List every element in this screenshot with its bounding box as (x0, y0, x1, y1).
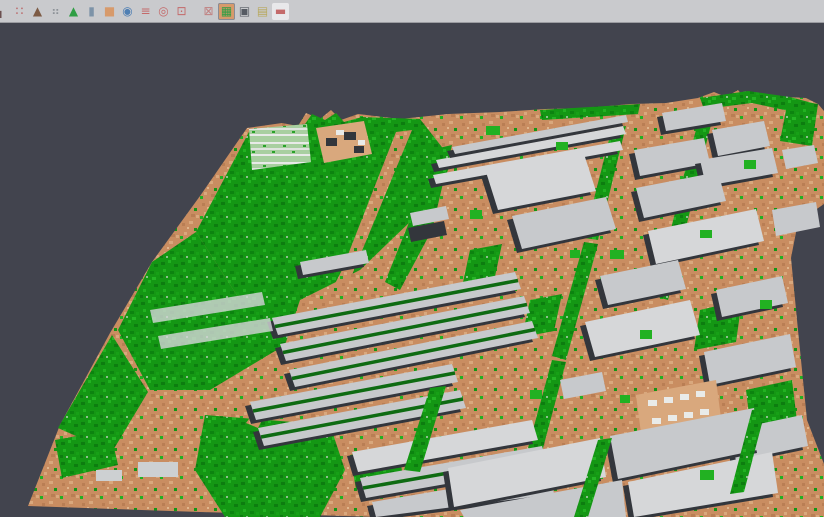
tool-camera-icon[interactable]: ▣ (236, 3, 253, 20)
viewport-3d[interactable] (0, 23, 824, 517)
tool-point-cloud-icon[interactable]: ⠶ (47, 3, 64, 20)
tree-dots (530, 390, 542, 399)
tree-dots (486, 126, 500, 135)
tree-dots (760, 300, 772, 309)
tree-dots (700, 230, 712, 238)
court-houses (668, 415, 677, 421)
tree-dots (640, 330, 652, 339)
court-houses (652, 418, 661, 424)
tree-dots (470, 210, 482, 219)
court-houses (700, 409, 709, 415)
tool-terrain-brown-icon[interactable]: ▲ (29, 3, 46, 20)
houses-dark (326, 138, 337, 146)
tool-panel-icon[interactable]: ▮ (83, 3, 100, 20)
tool-orthophoto-icon[interactable]: ■ (101, 3, 118, 20)
court-houses (680, 394, 689, 400)
toolbar: ▖∷▲⠶▲▮■◉≡◎⊡⊠▦▣▤▬ (0, 0, 824, 23)
toolbar-group-separator (191, 3, 199, 20)
court-houses (648, 400, 657, 406)
houses-dark (344, 132, 356, 140)
tree-dots (556, 142, 568, 150)
tree-dots (700, 470, 714, 480)
greenhouse-mottle (249, 124, 311, 170)
scene (0, 23, 824, 517)
tool-align-points-icon[interactable]: ∷ (11, 3, 28, 20)
court-houses (684, 412, 693, 418)
scene-layers (28, 90, 824, 517)
tool-terrain-green-icon[interactable]: ▲ (65, 3, 82, 20)
tool-target-icon[interactable]: ◎ (155, 3, 172, 20)
toolbar-icon-strip: ▖∷▲⠶▲▮■◉≡◎⊡⊠▦▣▤▬ (0, 3, 289, 20)
bl-white-patches (96, 470, 122, 481)
tool-globe-icon[interactable]: ◉ (119, 3, 136, 20)
tool-flag-icon[interactable]: ▬ (272, 3, 289, 20)
court-houses (696, 391, 705, 397)
tool-clipped-icon[interactable]: ▖ (0, 3, 10, 20)
tool-clear-grid-icon[interactable]: ⊠ (200, 3, 217, 20)
tool-layers-icon[interactable]: ≡ (137, 3, 154, 20)
houses-dark (354, 146, 364, 153)
tool-notes-icon[interactable]: ▤ (254, 3, 271, 20)
tree-dots (610, 250, 624, 259)
tool-extent-icon[interactable]: ⊡ (173, 3, 190, 20)
tree-dots (744, 160, 756, 169)
houses-light (336, 130, 344, 135)
houses-light (358, 140, 365, 145)
tree-dots (620, 395, 630, 403)
tool-classification-icon[interactable]: ▦ (218, 3, 235, 20)
bl-white-patches (138, 462, 178, 477)
court-houses (664, 397, 673, 403)
tree-dots (570, 250, 580, 258)
